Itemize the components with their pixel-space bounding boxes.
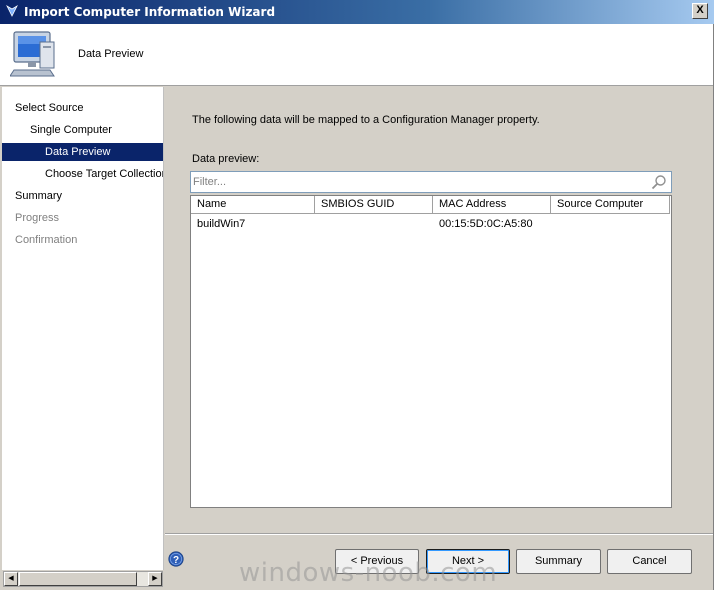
help-icon[interactable]: ? <box>168 551 184 567</box>
wizard-app-icon <box>6 4 18 17</box>
sidebar-item-confirmation: Confirmation <box>15 234 78 246</box>
svg-text:?: ? <box>173 555 179 566</box>
sidebar-horizontal-scrollbar[interactable]: ◀ ▶ <box>3 571 163 587</box>
close-button[interactable]: X <box>692 3 708 19</box>
sidebar-item-data-preview[interactable]: Data Preview <box>2 143 163 161</box>
column-header-smbios-guid[interactable]: SMBIOS GUID <box>315 196 433 214</box>
column-header-source-computer[interactable]: Source Computer <box>551 196 670 214</box>
watermark-text: windows-noob.com <box>239 558 498 588</box>
sidebar-item-single-computer[interactable]: Single Computer <box>2 121 163 139</box>
scroll-left-arrow-icon[interactable]: ◀ <box>4 572 18 586</box>
cell-name: buildWin7 <box>197 218 246 230</box>
page-title: Data Preview <box>78 48 144 60</box>
scrollbar-thumb[interactable] <box>19 572 137 586</box>
column-header-mac-address[interactable]: MAC Address <box>433 196 551 214</box>
sidebar-item-select-source[interactable]: Select Source <box>2 99 163 117</box>
data-preview-label: Data preview: <box>192 153 260 165</box>
cell-mac-address: 00:15:5D:0C:A5:80 <box>439 218 533 230</box>
sidebar-item-progress: Progress <box>15 212 60 224</box>
wizard-header: Data Preview <box>0 24 714 86</box>
sidebar-item-choose-target-collection[interactable]: Choose Target Collection <box>2 165 163 183</box>
scroll-right-arrow-icon[interactable]: ▶ <box>148 572 162 586</box>
column-header-name[interactable]: Name <box>191 196 315 214</box>
search-icon[interactable] <box>651 174 667 190</box>
cell-source-computer <box>551 216 557 232</box>
computer-icon <box>10 31 55 77</box>
intro-text: The following data will be mapped to a C… <box>192 114 540 126</box>
title-bar: Import Computer Information Wizard X <box>0 0 714 24</box>
sidebar-item-summary[interactable]: Summary <box>2 187 163 205</box>
filter-input[interactable] <box>193 174 643 190</box>
wizard-navigation: Select Source Single Computer Data Previ… <box>2 87 164 570</box>
cell-smbios-guid <box>315 216 321 232</box>
filter-box[interactable] <box>190 171 672 193</box>
window-title: Import Computer Information Wizard <box>24 5 276 19</box>
cancel-button[interactable]: Cancel <box>607 549 692 574</box>
summary-button[interactable]: Summary <box>516 549 601 574</box>
button-area-divider <box>165 533 714 535</box>
data-preview-list[interactable]: Name SMBIOS GUID MAC Address Source Comp… <box>190 195 672 508</box>
